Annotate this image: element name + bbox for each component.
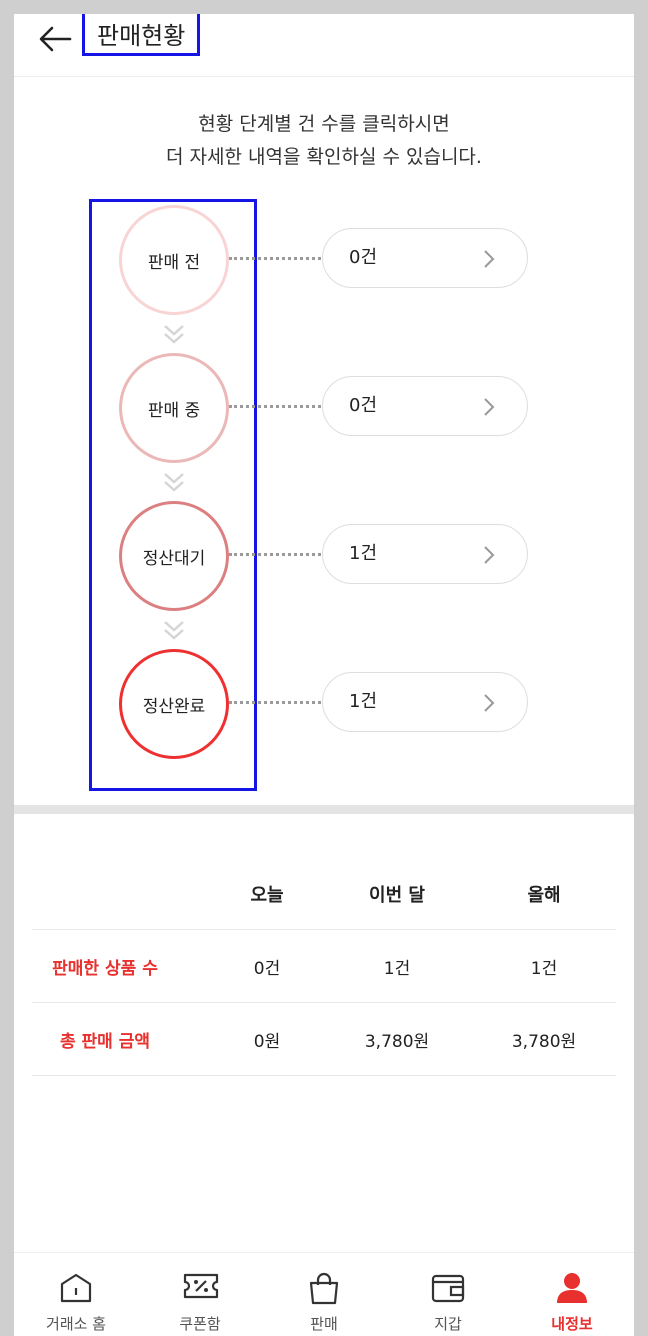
user-icon [557, 1273, 587, 1303]
double-chevron-down-icon [164, 325, 184, 344]
wallet-icon [431, 1274, 465, 1303]
section-divider [14, 805, 634, 814]
back-button[interactable] [36, 20, 76, 60]
step-label: 정산완료 [142, 696, 206, 717]
step-count-settled[interactable]: 1건 [322, 672, 528, 732]
nav-label: 지갑 [434, 1315, 462, 1333]
header: 판매현황 [14, 14, 634, 77]
nav-exchange-home[interactable]: 거래소 홈 [14, 1253, 138, 1336]
step-count-pending-settlement[interactable]: 1건 [322, 524, 528, 584]
nav-coupons[interactable]: 쿠폰함 [138, 1253, 262, 1336]
count-value: 0건 [349, 247, 378, 268]
nav-label: 쿠폰함 [179, 1315, 221, 1333]
step-label: 판매 전 [147, 252, 201, 273]
double-chevron-down-icon [164, 473, 184, 492]
chevron-right-icon [484, 546, 495, 564]
nav-label: 거래소 홈 [46, 1315, 106, 1333]
cell-value: 0건 [253, 959, 281, 979]
chevron-right-icon [484, 250, 495, 268]
summary-row-items-sold: 판매한 상품 수 0건 1건 1건 [32, 930, 616, 1003]
nav-label: 내정보 [551, 1315, 593, 1333]
step-label: 판매 중 [147, 400, 201, 421]
step-count-before-sale[interactable]: 0건 [322, 228, 528, 288]
step-count-on-sale[interactable]: 0건 [322, 376, 528, 436]
step-on-sale[interactable]: 판매 중 [119, 353, 229, 463]
cell-value: 3,780원 [511, 1032, 577, 1052]
connector-dots [229, 553, 321, 556]
connector-dots [229, 405, 321, 408]
sales-status-screen: 판매현황 현황 단계별 건 수를 클릭하시면 더 자세한 내역을 확인하실 수 … [14, 14, 634, 1336]
bottom-nav: 거래소 홈 쿠폰함 판매 지갑 내정보 [14, 1252, 634, 1336]
chevron-right-icon [484, 694, 495, 712]
cell-value: 1건 [383, 959, 411, 979]
row-label: 총 판매 금액 [59, 1032, 151, 1052]
column-this-month: 이번 달 [369, 885, 425, 906]
shopping-bag-icon [309, 1272, 339, 1305]
cell-value: 0원 [253, 1032, 281, 1052]
count-value: 1건 [349, 543, 378, 564]
count-value: 1건 [349, 691, 378, 712]
summary-row-total-amount: 총 판매 금액 0원 3,780원 3,780원 [32, 1003, 616, 1076]
connector-dots [229, 701, 321, 704]
step-settled[interactable]: 정산완료 [119, 649, 229, 759]
nav-my-info[interactable]: 내정보 [510, 1253, 634, 1336]
row-label: 판매한 상품 수 [52, 959, 158, 979]
step-pending-settlement[interactable]: 정산대기 [119, 501, 229, 611]
column-this-year: 올해 [527, 885, 561, 906]
page-title: 판매현황 [82, 14, 201, 56]
count-value: 0건 [349, 395, 378, 416]
coupon-icon [183, 1273, 219, 1299]
double-chevron-down-icon [164, 621, 184, 640]
guide-text-line2: 더 자세한 내역을 확인하실 수 있습니다. [166, 146, 482, 168]
cell-value: 3,780원 [364, 1032, 430, 1052]
back-arrow-icon [39, 26, 72, 52]
connector-dots [229, 257, 321, 260]
nav-label: 판매 [310, 1315, 338, 1333]
cell-value: 1건 [530, 959, 558, 979]
guide-text-line1: 현황 단계별 건 수를 클릭하시면 [198, 113, 450, 135]
home-icon [60, 1273, 92, 1303]
nav-wallet[interactable]: 지갑 [386, 1253, 510, 1336]
chevron-right-icon [484, 398, 495, 416]
step-before-sale[interactable]: 판매 전 [119, 205, 229, 315]
summary-table-header: 오늘 이번 달 올해 [32, 859, 616, 930]
step-label: 정산대기 [142, 548, 206, 569]
nav-sell[interactable]: 판매 [262, 1253, 386, 1336]
column-today: 오늘 [250, 885, 284, 906]
